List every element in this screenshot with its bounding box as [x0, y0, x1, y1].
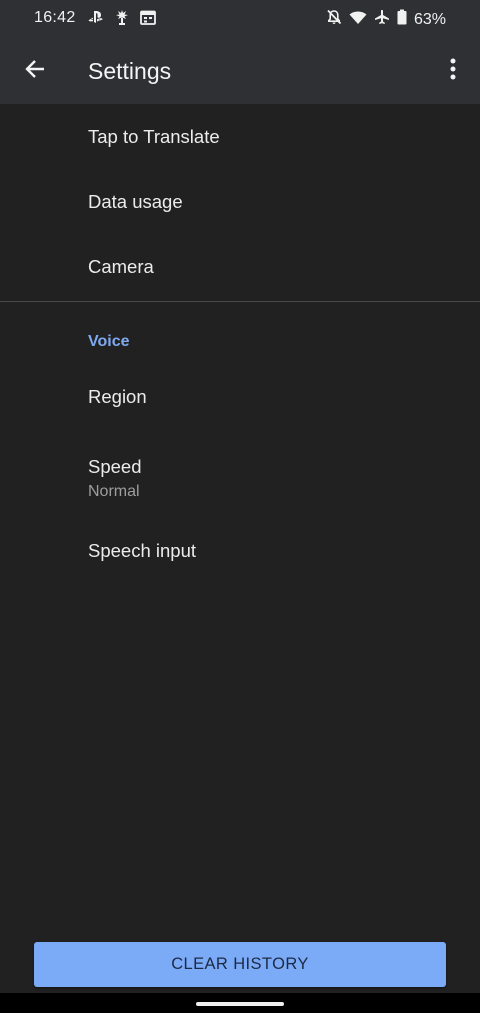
home-gesture-handle[interactable] — [196, 1002, 284, 1006]
setting-label: Speed — [88, 456, 142, 477]
more-options-button[interactable] — [440, 54, 466, 88]
setting-camera[interactable]: Camera — [0, 234, 480, 299]
sprinkler-icon — [114, 9, 130, 30]
back-button[interactable] — [18, 54, 52, 88]
setting-label: Camera — [88, 256, 154, 277]
setting-label: Data usage — [88, 191, 183, 212]
settings-list: Tap to Translate Data usage Camera Voice… — [0, 104, 480, 566]
status-right-icons: 63% — [326, 9, 446, 30]
setting-speed[interactable]: Speed Normal — [0, 412, 480, 500]
clear-history-button[interactable]: CLEAR HISTORY — [34, 942, 446, 987]
status-left-icons — [88, 9, 156, 30]
setting-data-usage[interactable]: Data usage — [0, 169, 480, 234]
status-bar: 16:42 63% — [0, 0, 480, 38]
battery-icon — [397, 9, 407, 30]
setting-label: Speech input — [88, 540, 197, 561]
navigation-bar — [0, 993, 480, 1013]
calendar-icon — [140, 10, 156, 30]
setting-region[interactable]: Region — [0, 356, 480, 412]
wifi-icon — [349, 10, 367, 30]
arrow-back-icon — [24, 58, 46, 85]
more-vert-icon — [450, 58, 456, 85]
setting-label: Tap to Translate — [88, 126, 220, 147]
status-time: 16:42 — [34, 9, 76, 26]
battery-percent: 63% — [413, 10, 446, 28]
page-title: Settings — [88, 58, 172, 84]
setting-speech-input[interactable]: Speech input — [0, 500, 480, 566]
voice-section-header: Voice — [0, 302, 480, 356]
app-bar: Settings — [0, 38, 480, 104]
notifications-off-icon — [326, 9, 342, 30]
settings-screen: 16:42 63% Settings Tap to Translate Data… — [0, 0, 480, 1013]
setting-label: Region — [88, 386, 147, 407]
airplane-icon — [374, 9, 390, 30]
setting-value: Normal — [88, 483, 140, 500]
setting-tap-to-translate[interactable]: Tap to Translate — [0, 104, 480, 169]
playstation-icon — [88, 10, 104, 29]
section-header-label: Voice — [88, 333, 130, 350]
